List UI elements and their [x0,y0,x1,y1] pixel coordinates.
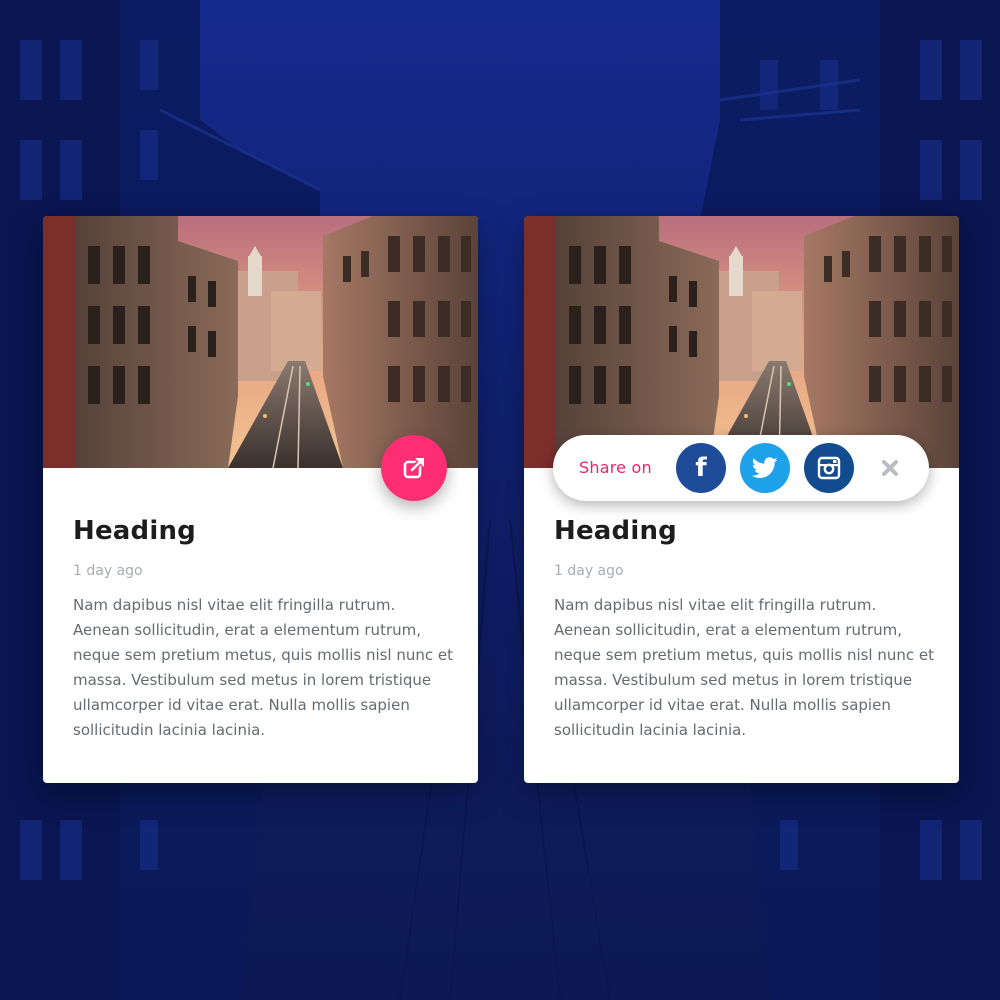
instagram-icon [817,456,841,480]
street-photo-illustration [43,216,478,468]
card-heading: Heading [73,516,196,546]
card-timestamp: 1 day ago [554,563,624,579]
article-card: Heading 1 day ago Nam dapibus nisl vitae… [524,216,959,783]
share-icon [403,457,425,479]
card-photo [43,216,478,468]
card-content: Heading 1 day ago Nam dapibus nisl vitae… [73,516,453,743]
twitter-icon [752,457,778,478]
card-body-text: Nam dapibus nisl vitae elit fringilla ru… [73,596,454,739]
card-photo [524,216,959,468]
facebook-share-button[interactable]: f [676,443,726,493]
instagram-share-button[interactable] [804,443,854,493]
close-icon [882,460,898,476]
card-timestamp: 1 day ago [73,563,143,579]
facebook-icon: f [695,453,707,483]
card-content: Heading 1 day ago Nam dapibus nisl vitae… [554,516,934,743]
twitter-share-button[interactable] [740,443,790,493]
share-label: Share on [579,458,652,477]
share-bar: Share on f [553,435,929,501]
street-photo-illustration [524,216,959,468]
share-button[interactable] [381,435,447,501]
card-body-text: Nam dapibus nisl vitae elit fringilla ru… [554,596,935,739]
card-heading: Heading [554,516,677,546]
close-share-button[interactable] [880,458,900,478]
article-card: Heading 1 day ago Nam dapibus nisl vitae… [43,216,478,783]
